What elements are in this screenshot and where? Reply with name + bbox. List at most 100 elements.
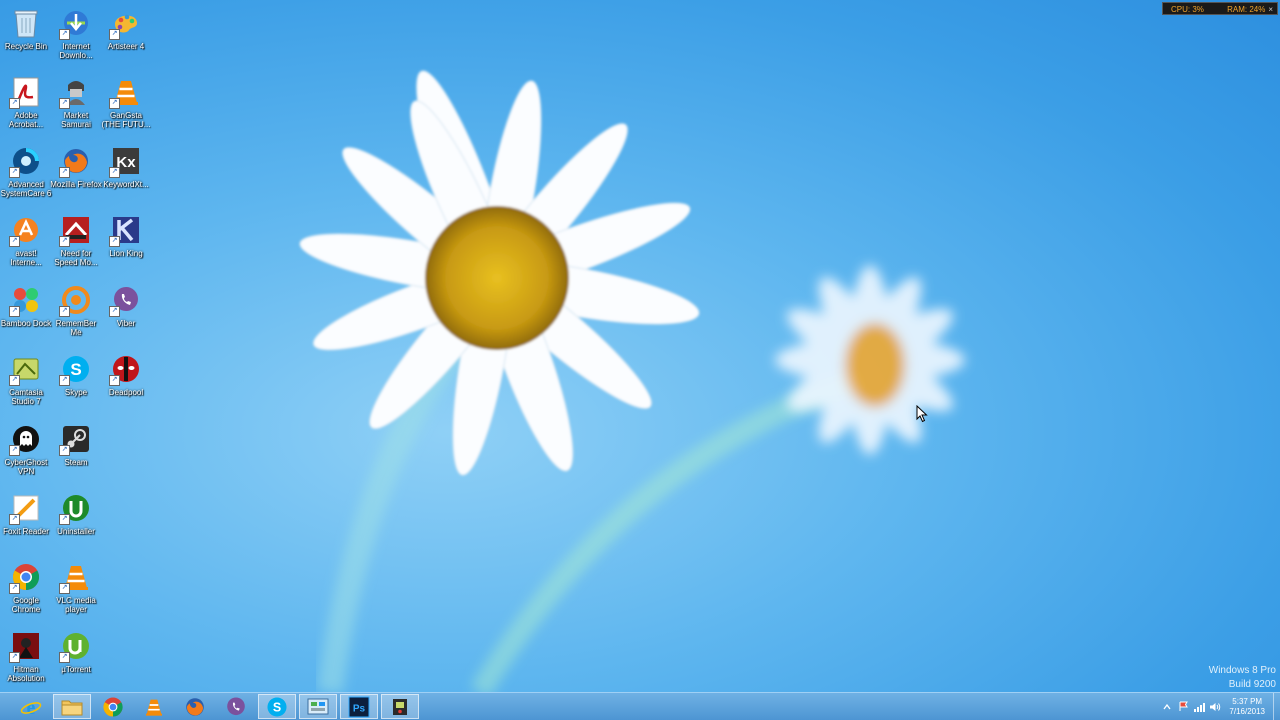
- desktop-icon-label: Google Chrome: [11, 596, 41, 614]
- taskbar-clock[interactable]: 5:37 PM 7/16/2013: [1229, 697, 1265, 717]
- desktop-icon-hitman-absolution[interactable]: ↗ Hitman Absolution: [0, 625, 52, 691]
- desktop-icon-label: Viber: [116, 319, 136, 328]
- show-hidden-icons-chevron-up-icon[interactable]: [1161, 701, 1173, 713]
- desktop-icon-lion-king[interactable]: ↗ Lion King: [100, 209, 152, 275]
- taskbar-viber[interactable]: [217, 694, 255, 719]
- taskbar-internet-explorer[interactable]: e: [12, 694, 50, 719]
- desktop-icon-need-for-speed[interactable]: ↗ Need for Speed Mo...: [50, 209, 102, 275]
- desktop-icon-foxit-reader[interactable]: ↗ Foxit Reader: [0, 487, 52, 553]
- internet-explorer-icon: e: [20, 697, 42, 718]
- windows-version-watermark: Windows 8 Pro Build 9200: [1209, 664, 1276, 692]
- desktop-icon-deadpool[interactable]: ↗ Deadpool: [100, 348, 152, 414]
- desktop-icon-label: Camtasia Studio 7: [9, 388, 43, 406]
- desktop-icon-utorrent[interactable]: ↗ µTorrent: [50, 625, 102, 691]
- taskbar-file-explorer[interactable]: [53, 694, 91, 719]
- desktop-icon-label: Foxit Reader: [3, 527, 49, 536]
- desktop-icon-skype[interactable]: S ↗ Skype: [50, 348, 102, 414]
- desktop-icon-label: Uninstaller: [57, 527, 95, 536]
- show-desktop-button[interactable]: [1273, 693, 1280, 720]
- bamboo-dock-icon: ↗: [9, 283, 43, 317]
- desktop-icon-adobe-acrobat[interactable]: ↗ Adobe Acrobat...: [0, 71, 52, 137]
- skype-icon: S: [267, 696, 287, 717]
- desktop-icon-advanced-systemcare[interactable]: ↗ Advanced SystemCare 6: [0, 140, 52, 206]
- desktop-icon-remember-me[interactable]: ↗ RememBer Me: [50, 279, 102, 345]
- desktop-icon-label: Hitman Absolution: [7, 665, 45, 683]
- desktop-icon-camtasia-studio[interactable]: ↗ Camtasia Studio 7: [0, 348, 52, 414]
- action-center-flag-icon[interactable]: [1177, 701, 1189, 713]
- desktop-icon-keywordxtreme[interactable]: Kx ↗ KeywordXt...: [100, 140, 152, 206]
- desktop-icon-artisteer[interactable]: ↗ Artisteer 4: [100, 2, 152, 68]
- desktop-icon-label: Recycle Bin: [4, 42, 48, 51]
- desktop-icon-gangsta[interactable]: ↗ GanGsta (THE FUTU...: [100, 71, 152, 137]
- hitman-absolution-icon: ↗: [9, 629, 43, 663]
- desktop[interactable]: CPU: 3% RAM: 24% × Recycle Bin ↗ Adobe Ac…: [0, 0, 1280, 720]
- clock-time: 5:37 PM: [1232, 696, 1263, 706]
- desktop-icon-label: Bamboo Dock: [0, 319, 52, 328]
- ram-readout: RAM: 24% ×: [1227, 5, 1273, 14]
- taskbar-photoshop[interactable]: Ps: [340, 694, 378, 719]
- taskbar-camtasia-recorder[interactable]: [381, 694, 419, 719]
- desktop-icon-cyberghost-vpn[interactable]: ↗ CyberGhost VPN: [0, 418, 52, 484]
- desktop-icon-mozilla-firefox[interactable]: ↗ Mozilla Firefox: [50, 140, 102, 206]
- google-chrome-icon: [103, 696, 123, 717]
- desktop-icon-label: Steam: [64, 458, 88, 467]
- avast-icon: ↗: [9, 213, 43, 247]
- remember-me-icon: ↗: [59, 283, 93, 317]
- desktop-icon-google-chrome[interactable]: ↗ Google Chrome: [0, 556, 52, 622]
- photoshop-icon: Ps: [348, 696, 370, 717]
- volume-speaker-icon[interactable]: [1209, 701, 1221, 713]
- taskbar[interactable]: e S Ps 5:37 PM 7/16/2013: [0, 692, 1280, 720]
- lion-king-icon: ↗: [109, 213, 143, 247]
- desktop-icon-label: Deadpool: [108, 388, 144, 397]
- desktop-icon-label: RememBer Me: [55, 319, 97, 337]
- mozilla-firefox-icon: ↗: [59, 144, 93, 178]
- need-for-speed-icon: ↗: [59, 213, 93, 247]
- desktop-icon-market-samurai[interactable]: ↗ Market Samurai: [50, 71, 102, 137]
- mouse-cursor-icon: [916, 405, 928, 423]
- desktop-icon-uninstaller[interactable]: ↗ Uninstaller: [50, 487, 102, 553]
- recycle-bin-icon: [9, 6, 43, 40]
- cpu-readout: CPU: 3%: [1171, 5, 1204, 14]
- mozilla-firefox-icon: [186, 697, 204, 716]
- taskbar-vlc-media-player[interactable]: [135, 694, 173, 719]
- viber-icon: [227, 696, 245, 715]
- taskbar-control-panel[interactable]: [299, 694, 337, 719]
- desktop-icon-label: KeywordXt...: [103, 180, 149, 189]
- svg-text:Ps: Ps: [353, 703, 366, 714]
- desktop-icon-steam[interactable]: ↗ Steam: [50, 418, 102, 484]
- network-signal-icon[interactable]: [1193, 701, 1206, 713]
- advanced-systemcare-icon: ↗: [9, 144, 43, 178]
- utorrent-icon: ↗: [59, 629, 93, 663]
- vlc-icon: ↗: [109, 75, 143, 109]
- desktop-icon-label: Market Samurai: [61, 111, 91, 129]
- clock-date: 7/16/2013: [1229, 706, 1265, 716]
- desktop-icon-bamboo-dock[interactable]: ↗ Bamboo Dock: [0, 279, 52, 345]
- desktop-icon-label: Lion King: [109, 249, 143, 258]
- desktop-icon-viber[interactable]: ↗ Viber: [100, 279, 152, 345]
- taskbar-google-chrome[interactable]: [94, 694, 132, 719]
- taskbar-skype[interactable]: S: [258, 694, 296, 719]
- keywordxtreme-icon: Kx ↗: [109, 144, 143, 178]
- taskbar-mozilla-firefox[interactable]: [176, 694, 214, 719]
- vlc-icon: [146, 699, 162, 716]
- viber-icon: ↗: [109, 283, 143, 317]
- gadget-close-icon[interactable]: ×: [1268, 5, 1273, 14]
- desktop-icon-internet-download-manager[interactable]: ↗ Internet Downlo...: [50, 2, 102, 68]
- deadpool-icon: ↗: [109, 352, 143, 386]
- desktop-icon-avast[interactable]: ↗ avast! Interne...: [0, 209, 52, 275]
- artisteer-icon: ↗: [109, 6, 143, 40]
- watermark-edition: Windows 8 Pro: [1208, 665, 1276, 676]
- desktop-icon-vlc-media-player[interactable]: ↗ VLC media player: [50, 556, 102, 622]
- desktop-icon-recycle-bin[interactable]: Recycle Bin: [0, 2, 52, 68]
- skype-icon: S ↗: [59, 352, 93, 386]
- desktop-icon-label: Skype: [64, 388, 88, 397]
- market-samurai-icon: ↗: [59, 75, 93, 109]
- cpu-ram-gadget[interactable]: CPU: 3% RAM: 24% ×: [1162, 2, 1278, 15]
- desktop-icon-label: VLC media player: [56, 596, 96, 614]
- folder-icon: [61, 700, 83, 715]
- desktop-icon-label: CyberGhost VPN: [4, 458, 48, 476]
- desktop-icon-label: Adobe Acrobat...: [8, 111, 44, 129]
- control-panel-icon: [307, 698, 329, 714]
- svg-text:S: S: [70, 360, 81, 379]
- desktop-icon-label: Mozilla Firefox: [50, 180, 102, 189]
